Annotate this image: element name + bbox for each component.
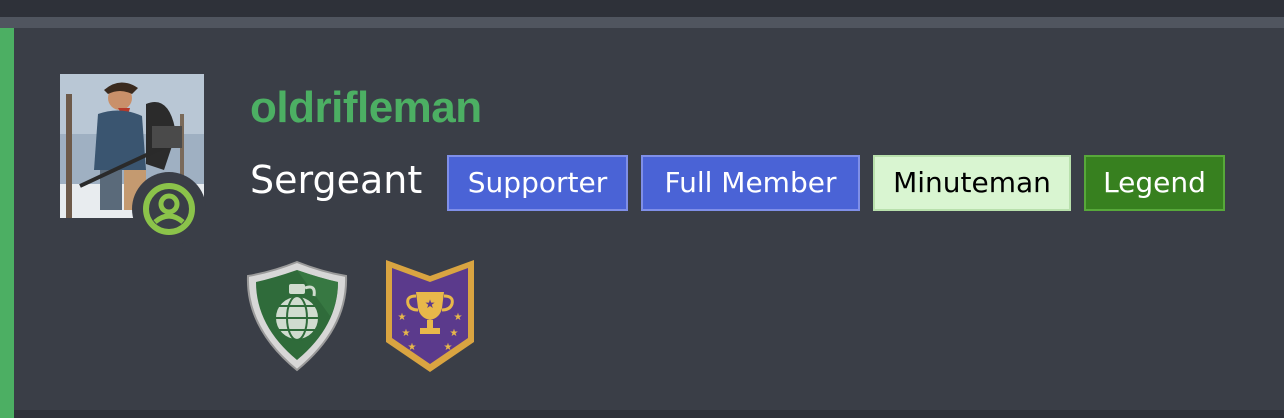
user-circle-icon xyxy=(143,183,195,235)
svg-text:★: ★ xyxy=(425,297,436,311)
grenade-shield-icon xyxy=(246,260,348,372)
award-grenade[interactable] xyxy=(242,258,352,374)
trophy-shield-icon: ★ ★ ★ ★ ★ ★ ★ xyxy=(386,260,474,372)
user-rank: Sergeant xyxy=(250,158,423,202)
card-accent-bar xyxy=(0,28,14,418)
top-divider xyxy=(0,17,1284,28)
tag-minuteman: Minuteman xyxy=(873,155,1071,211)
svg-text:★: ★ xyxy=(454,312,463,323)
username[interactable]: oldrifleman xyxy=(250,80,482,136)
award-trophy[interactable]: ★ ★ ★ ★ ★ ★ ★ xyxy=(384,258,476,374)
top-strip xyxy=(0,0,1284,17)
svg-text:★: ★ xyxy=(408,342,417,353)
status-badge xyxy=(132,172,206,246)
tag-supporter: Supporter xyxy=(447,155,628,211)
svg-text:★: ★ xyxy=(450,328,459,339)
svg-text:★: ★ xyxy=(444,342,453,353)
bottom-strip xyxy=(0,410,1284,418)
tag-full-member: Full Member xyxy=(641,155,860,211)
tag-legend: Legend xyxy=(1084,155,1225,211)
svg-text:★: ★ xyxy=(398,312,407,323)
svg-text:★: ★ xyxy=(402,328,411,339)
